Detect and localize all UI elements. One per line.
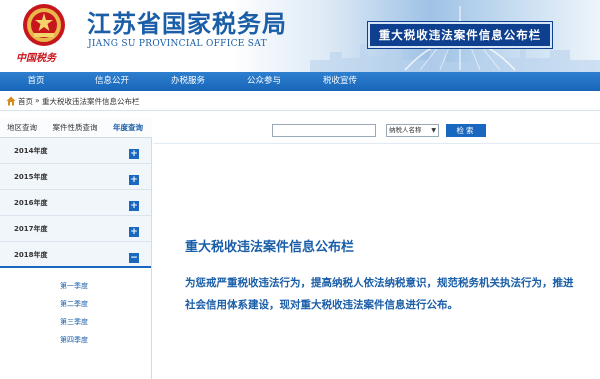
tab-region-query[interactable]: 地区查询 xyxy=(2,118,42,138)
quarter-link-q4[interactable]: 第四季度 xyxy=(60,335,88,345)
year-row-2014[interactable]: 2014年度 + xyxy=(0,138,151,164)
year-row-2016[interactable]: 2016年度 + xyxy=(0,190,151,216)
site-subtitle: JIANG SU PROVINCIAL OFFICE SAT xyxy=(88,39,267,49)
year-label: 2016年度 xyxy=(14,199,48,207)
tab-case-nature-query[interactable]: 案件性质查询 xyxy=(46,118,104,138)
nav-item-tax-services[interactable]: 办税服务 xyxy=(162,72,214,91)
query-tabs: 地区查询 案件性质查询 年度查询 xyxy=(0,118,152,138)
tax-emblem-icon xyxy=(23,4,65,46)
year-row-2018[interactable]: 2018年度 − xyxy=(0,242,151,268)
nav-item-tax-promotion[interactable]: 税收宣传 xyxy=(314,72,366,91)
search-bar: 纳税人名称 ▼ 检索 xyxy=(153,118,600,144)
section-banner: 重大税收违法案件信息公布栏 xyxy=(368,22,552,48)
site-title: 江苏省国家税务局 xyxy=(87,10,287,38)
breadcrumb: 首页 » 重大税收违法案件信息公布栏 xyxy=(0,91,600,111)
quarter-link-q1[interactable]: 第一季度 xyxy=(60,281,88,291)
search-input[interactable] xyxy=(272,124,376,137)
year-label: 2018年度 xyxy=(14,251,48,259)
collapse-icon[interactable]: − xyxy=(129,253,139,263)
sidebar: 地区查询 案件性质查询 年度查询 2014年度 + 2015年度 + 2016年… xyxy=(0,118,152,379)
search-field-select[interactable]: 纳税人名称 ▼ xyxy=(386,124,439,137)
breadcrumb-current: 重大税收违法案件信息公布栏 xyxy=(42,97,140,106)
site-header: 中国税务 江苏省国家税务局 JIANG SU PROVINCIAL OFFICE… xyxy=(0,0,600,72)
quarter-link-q2[interactable]: 第二季度 xyxy=(60,299,88,309)
chevron-down-icon: ▼ xyxy=(431,127,436,134)
expand-icon[interactable]: + xyxy=(129,175,139,185)
china-tax-logo-text: 中国税务 xyxy=(16,53,56,64)
year-row-2015[interactable]: 2015年度 + xyxy=(0,164,151,190)
search-field-select-value: 纳税人名称 xyxy=(389,126,422,134)
year-row-2017[interactable]: 2017年度 + xyxy=(0,216,151,242)
year-label: 2014年度 xyxy=(14,147,48,155)
page-title: 重大税收违法案件信息公布栏 xyxy=(185,240,355,255)
tab-year-query[interactable]: 年度查询 xyxy=(106,118,150,138)
breadcrumb-separator: » xyxy=(35,96,40,105)
year-label: 2017年度 xyxy=(14,225,48,233)
breadcrumb-home-link[interactable]: 首页 xyxy=(18,96,33,107)
expand-icon[interactable]: + xyxy=(129,227,139,237)
search-button[interactable]: 检索 xyxy=(446,124,486,137)
home-icon xyxy=(6,96,16,106)
nav-item-home[interactable]: 首页 xyxy=(18,72,54,91)
section-banner-label: 重大税收违法案件信息公布栏 xyxy=(378,28,542,42)
expand-icon[interactable]: + xyxy=(129,149,139,159)
year-label: 2015年度 xyxy=(14,173,48,181)
page-description: 为惩戒严重税收违法行为，提高纳税人依法纳税意识，规范税务机关执法行为，推进社会信… xyxy=(185,277,574,311)
nav-item-public-participation[interactable]: 公众参与 xyxy=(238,72,290,91)
expand-icon[interactable]: + xyxy=(129,201,139,211)
main-nav: 首页 信息公开 办税服务 公众参与 税收宣传 xyxy=(0,72,600,91)
nav-item-info-disclosure[interactable]: 信息公开 xyxy=(86,72,138,91)
quarter-link-q3[interactable]: 第三季度 xyxy=(60,317,88,327)
